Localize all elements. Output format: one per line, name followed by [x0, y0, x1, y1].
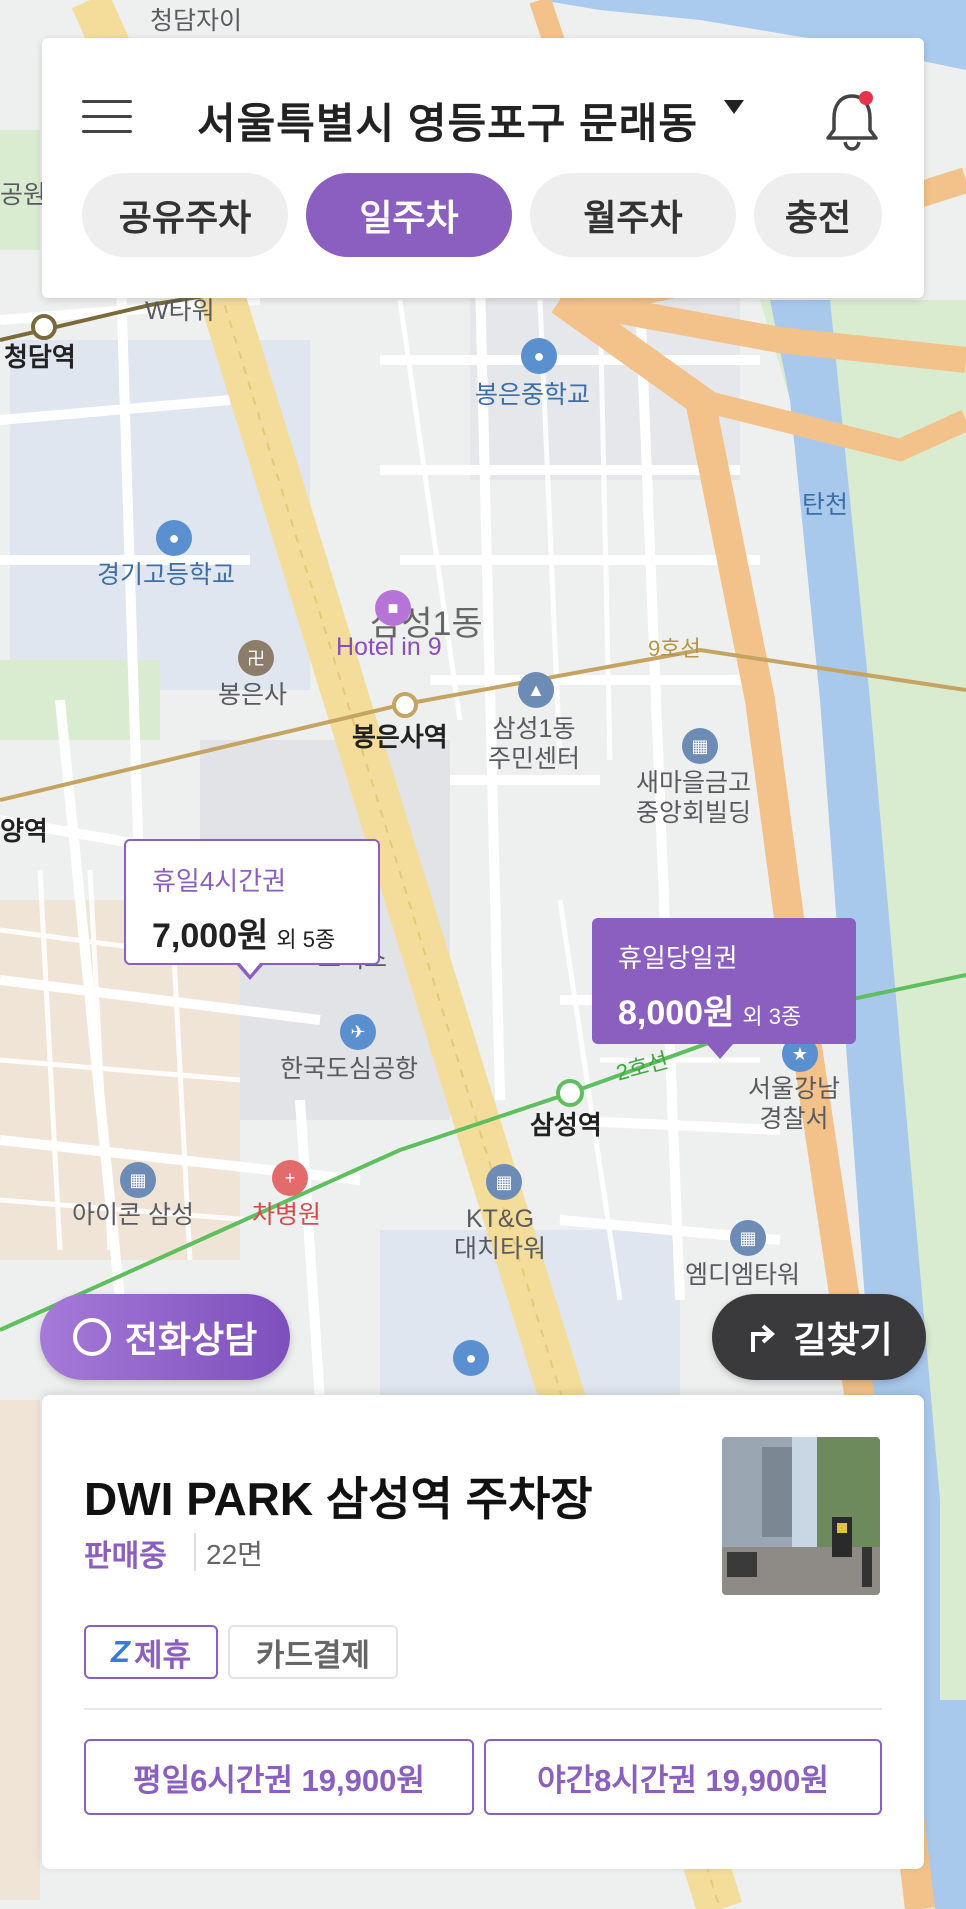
phone-consult-label: 전화상담: [124, 1319, 258, 1360]
map-label-bongeunsa-station: 봉은사역: [352, 722, 448, 752]
bubble-price-value: 8,000원: [618, 994, 735, 1032]
map-label-community-center: 삼성1동 주민센터: [488, 715, 581, 773]
airport-icon: ✈: [340, 1014, 376, 1050]
parking-lot-photo[interactable]: [722, 1437, 880, 1595]
price-bubble-holiday-4h[interactable]: 휴일4시간권 7,000원 외 5종: [124, 839, 380, 965]
map-label-kyunggi-high: 경기고등학교: [97, 561, 236, 589]
sale-status: 판매중: [84, 1540, 167, 1573]
chevron-down-icon[interactable]: [724, 100, 744, 114]
tab-charging[interactable]: 충전: [754, 173, 882, 257]
map-label-gangnam-police: 서울강남 경찰서: [748, 1075, 841, 1133]
building-icon: ▦: [682, 728, 718, 764]
map-label-line9: 9호선: [648, 636, 701, 661]
bubble-price-value: 7,000원: [152, 917, 269, 955]
map-label-yeok: 양역: [0, 816, 48, 846]
bubble-title: 휴일당일권: [618, 943, 738, 973]
hotel-icon: ■: [375, 590, 411, 626]
school-icon: ●: [453, 1340, 489, 1376]
top-header-card: 서울특별시 영등포구 문래동 공유주차 일주차 월주차 충전: [42, 38, 924, 298]
school-icon: ●: [521, 338, 557, 374]
map-label-w-tower: W타워: [145, 297, 215, 325]
tab-shared-parking[interactable]: 공유주차: [82, 173, 288, 257]
map-label-tancheon: 탄천: [802, 491, 849, 519]
bubble-price: 7,000원 외 5종: [152, 908, 352, 957]
map-label-bongeunsa: 봉은사: [218, 681, 288, 709]
headset-icon: [72, 1318, 111, 1356]
map-label-city-air: 한국도심공항: [280, 1055, 419, 1083]
bubble-price: 8,000원 외 3종: [618, 985, 830, 1034]
space-count: 22면: [206, 1539, 263, 1570]
map-label-samseong-station: 삼성역: [530, 1110, 602, 1140]
notification-dot: [859, 91, 873, 105]
government-icon: ▲: [518, 672, 554, 708]
turn-right-icon: [751, 1324, 776, 1352]
building-icon: ▦: [120, 1162, 156, 1198]
bubble-extra: 외 3종: [742, 1004, 802, 1029]
building-icon: ▦: [730, 1220, 766, 1256]
map-label-park: 공원: [0, 181, 47, 209]
parking-lot-card[interactable]: DWI PARK 삼성역 주차장 판매중 22면 Z 제휴 카드결제 평일6시간…: [42, 1395, 924, 1869]
card-payment-tag: 카드결제: [228, 1625, 398, 1679]
map-label-ktg: KT&G 대치타워: [454, 1205, 547, 1263]
location-selector[interactable]: 서울특별시 영등포구 문래동: [197, 90, 698, 151]
building-icon: ▦: [486, 1164, 522, 1200]
divider: [194, 1533, 196, 1571]
map-label-cheongdam-ji: 청담자이: [150, 7, 243, 35]
map-label-cha-hospital: 차병원: [252, 1201, 322, 1229]
bubble-extra: 외 5종: [276, 927, 336, 952]
menu-icon[interactable]: [82, 100, 132, 136]
card-divider: [84, 1708, 882, 1710]
map-label-saemaeul: 새마을금고 중앙회빌딩: [636, 769, 752, 827]
map-label-mdm: 엠디엠타워: [685, 1261, 801, 1289]
directions-label: 길찾기: [793, 1319, 893, 1360]
phone-consult-button[interactable]: 전화상담: [40, 1294, 290, 1380]
tab-daily-parking[interactable]: 일주차: [306, 173, 512, 257]
partner-tag-label: 제휴: [133, 1637, 191, 1673]
bubble-pointer: [706, 1043, 734, 1059]
price-bubble-holiday-day[interactable]: 휴일당일권 8,000원 외 3종: [592, 918, 856, 1044]
bell-icon[interactable]: [822, 88, 882, 152]
map-label-bongeun-middle: 봉은중학교: [475, 381, 591, 409]
map-label-icon-samseong: 아이콘 삼성: [72, 1201, 194, 1229]
parking-lot-name: DWI PARK 삼성역 주차장: [84, 1473, 593, 1525]
tab-monthly-parking[interactable]: 월주차: [530, 173, 736, 257]
map-label-cheongdam-station: 청담역: [4, 342, 76, 372]
directions-button[interactable]: 길찾기: [712, 1294, 926, 1380]
partner-logo-icon: Z: [111, 1634, 130, 1669]
bubble-pointer-inner: [239, 962, 261, 975]
ticket-night-8h[interactable]: 야간8시간권 19,900원: [484, 1739, 882, 1815]
bubble-title: 휴일4시간권: [152, 866, 287, 896]
hospital-icon: +: [272, 1160, 308, 1196]
ticket-weekday-6h[interactable]: 평일6시간권 19,900원: [84, 1739, 474, 1815]
partner-tag: Z 제휴: [84, 1625, 218, 1679]
map-label-hotel-in9: Hotel in 9: [336, 633, 442, 661]
temple-icon: 卍: [238, 640, 274, 676]
school-icon: ●: [156, 520, 192, 556]
